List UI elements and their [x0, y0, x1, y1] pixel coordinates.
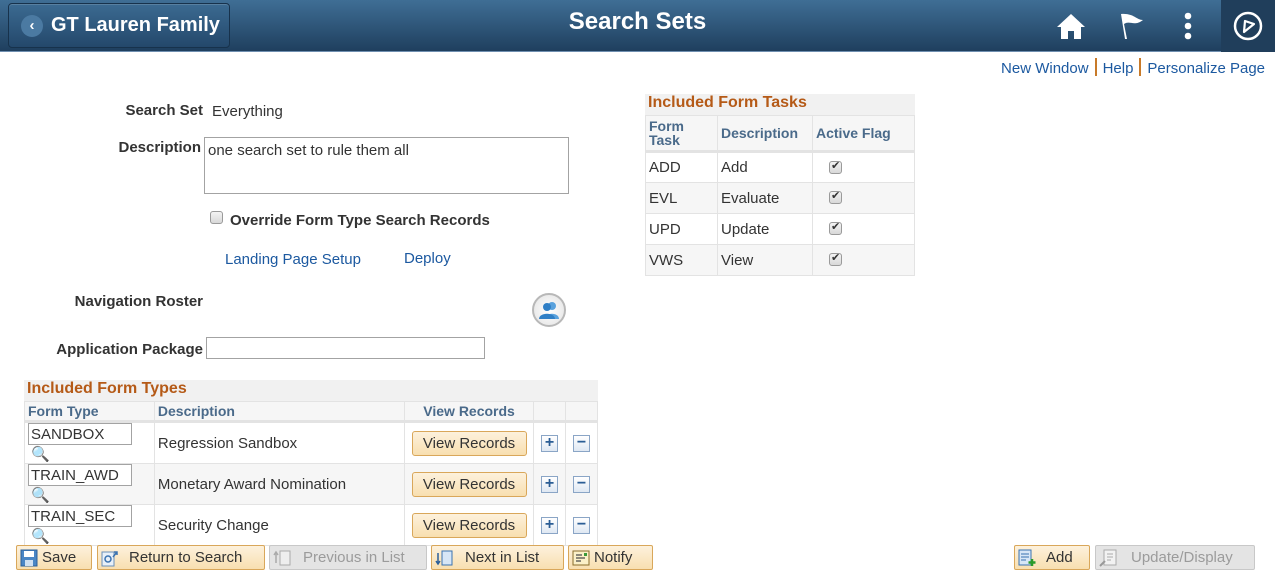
active-flag-checkbox[interactable]	[829, 251, 842, 266]
separator	[1139, 58, 1142, 76]
notify-icon	[572, 550, 590, 565]
table-row: 🔍 Regression Sandbox View Records + −	[24, 421, 598, 464]
save-button[interactable]: Save	[16, 545, 92, 570]
form-tasks-grid: Form Task Description Active Flag ADD Ad…	[645, 115, 915, 276]
notifications-button[interactable]	[1105, 0, 1157, 52]
notify-label: Notify	[594, 549, 633, 566]
personalize-page-link[interactable]: Personalize Page	[1147, 60, 1265, 77]
form-types-title: Included Form Types	[24, 380, 598, 401]
next-list-icon	[435, 550, 453, 565]
compass-icon	[1233, 11, 1263, 41]
table-row: VWS View	[645, 244, 915, 276]
home-button[interactable]	[1045, 0, 1097, 52]
active-flag-checkbox[interactable]	[829, 189, 842, 204]
view-records-button[interactable]: View Records	[411, 471, 527, 497]
next-in-list-button[interactable]: Next in List	[431, 545, 564, 570]
back-button-label: GT Lauren Family	[51, 14, 220, 36]
lookup-icon[interactable]: 🔍	[31, 487, 50, 504]
task-cell: VWS	[645, 244, 718, 276]
landing-page-setup-link[interactable]: Landing Page Setup	[225, 251, 361, 268]
people-icon	[539, 302, 559, 319]
new-window-link[interactable]: New Window	[1001, 60, 1089, 77]
previous-in-list-button[interactable]: Previous in List	[269, 545, 427, 570]
add-button[interactable]: Add	[1014, 545, 1090, 570]
back-button[interactable]: ‹ GT Lauren Family	[8, 3, 230, 48]
override-checkbox[interactable]	[210, 211, 223, 224]
view-records-button[interactable]: View Records	[411, 512, 527, 538]
separator	[1094, 58, 1097, 76]
column-header: Form Type	[24, 401, 155, 423]
update-display-label: Update/Display	[1131, 549, 1233, 566]
form-type-input[interactable]	[28, 505, 132, 527]
add-label: Add	[1046, 549, 1073, 566]
delete-row-button[interactable]: −	[573, 517, 590, 534]
form-type-input[interactable]	[28, 464, 132, 486]
active-flag-checkbox[interactable]	[829, 220, 842, 235]
deploy-link[interactable]: Deploy	[404, 250, 451, 267]
form-types-grid: Form Type Description View Records 🔍 Reg…	[24, 401, 598, 546]
task-cell: EVL	[645, 182, 718, 214]
form-type-input[interactable]	[28, 423, 132, 445]
add-row-button[interactable]: +	[541, 435, 559, 452]
application-package-input[interactable]	[206, 337, 485, 359]
return-to-search-button[interactable]: Return to Search	[97, 545, 265, 570]
task-cell: UPD	[645, 213, 718, 245]
description-textarea[interactable]: one search set to rule them all	[204, 137, 569, 194]
column-header: Form Task	[645, 115, 718, 153]
active-flag-checkbox[interactable]	[829, 159, 842, 174]
chevron-left-icon: ‹	[21, 14, 43, 37]
delete-row-button[interactable]: −	[573, 435, 590, 452]
more-vertical-icon	[1184, 12, 1192, 40]
return-to-search-label: Return to Search	[129, 549, 243, 566]
description-cell: Evaluate	[717, 182, 813, 214]
actions-menu-button[interactable]	[1165, 0, 1211, 52]
view-records-button[interactable]: View Records	[411, 430, 527, 456]
previous-list-icon	[273, 550, 291, 565]
description-cell: Monetary Award Nomination	[153, 463, 406, 505]
flag-icon	[1121, 13, 1143, 39]
save-icon	[20, 549, 38, 566]
form-tasks-title: Included Form Tasks	[645, 94, 915, 115]
description-cell: Update	[717, 213, 813, 245]
column-header: Description	[717, 115, 813, 153]
previous-in-list-label: Previous in List	[303, 549, 405, 566]
home-icon	[1057, 14, 1085, 39]
navigation-roster-label: Navigation Roster	[74, 293, 203, 310]
application-package-label: Application Package	[56, 341, 203, 358]
description-cell: Security Change	[153, 504, 406, 546]
table-row: EVL Evaluate	[645, 182, 915, 214]
column-header: Active Flag	[812, 115, 915, 153]
lookup-icon[interactable]: 🔍	[31, 528, 50, 545]
lookup-icon[interactable]: 🔍	[31, 446, 50, 463]
search-set-label: Search Set	[125, 102, 203, 119]
table-row: 🔍 Security Change View Records + −	[24, 504, 598, 546]
return-search-icon	[101, 550, 118, 566]
header-banner: ‹ GT Lauren Family Search Sets	[0, 0, 1275, 52]
table-row: 🔍 Monetary Award Nomination View Records…	[24, 463, 598, 505]
update-display-button[interactable]: Update/Display	[1095, 545, 1255, 570]
update-display-icon	[1099, 549, 1117, 567]
column-header: Description	[153, 401, 406, 423]
add-row-button[interactable]: +	[541, 517, 559, 534]
help-link[interactable]: Help	[1103, 60, 1134, 77]
add-row-button[interactable]: +	[541, 476, 559, 493]
add-icon	[1018, 549, 1036, 566]
description-label: Description	[118, 139, 201, 156]
description-cell: Regression Sandbox	[153, 421, 406, 464]
description-cell: Add	[717, 151, 813, 183]
column-header: View Records	[404, 401, 535, 423]
search-set-value: Everything	[212, 103, 283, 120]
table-row: ADD Add	[645, 151, 915, 183]
save-label: Save	[42, 549, 77, 566]
delete-row-button[interactable]: −	[573, 476, 590, 493]
table-row: UPD Update	[645, 213, 915, 245]
notify-button[interactable]: Notify	[568, 545, 653, 570]
navigation-roster-button[interactable]	[532, 293, 566, 327]
utility-links: New Window Help Personalize Page	[1001, 58, 1265, 77]
description-cell: View	[717, 244, 813, 276]
override-label: Override Form Type Search Records	[230, 212, 490, 229]
next-in-list-label: Next in List	[465, 549, 540, 566]
task-cell: ADD	[645, 151, 718, 183]
navbar-button[interactable]	[1221, 0, 1275, 52]
